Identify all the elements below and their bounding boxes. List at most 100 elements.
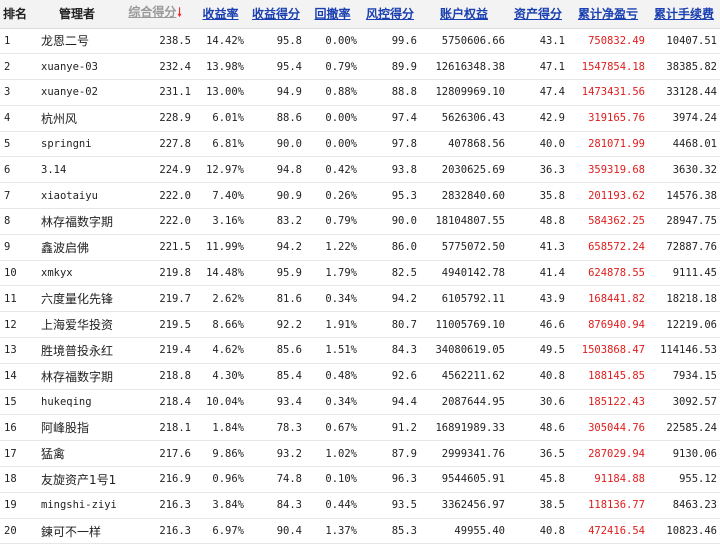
arrow-down-icon: 🠓 bbox=[177, 5, 182, 20]
header-net-pnl[interactable]: 累计净盈亏 bbox=[568, 0, 648, 29]
cell-return-score: 90.9 bbox=[247, 182, 305, 210]
cell-fees: 10823.46 bbox=[648, 518, 720, 544]
cell-equity: 4940142.78 bbox=[420, 260, 508, 287]
table-row[interactable]: 4 杭州风 228.9 6.01% 88.6 0.00% 97.4 5626306.43 42.… bbox=[0, 105, 720, 132]
cell-fees: 33128.44 bbox=[648, 79, 720, 106]
cell-manager: xuanye-03 bbox=[38, 53, 116, 81]
table-row[interactable]: 2 xuanye-03 232.4 13.98% 95.4 0.79% 89.9 126163… bbox=[0, 53, 720, 81]
table-row[interactable]: 11 六度量化先锋 219.7 2.62% 81.6 0.34% 94.2 6105792.1… bbox=[0, 285, 720, 313]
cell-composite-score: 219.5 bbox=[116, 311, 194, 339]
cell-net-pnl: 201193.62 bbox=[568, 182, 648, 210]
cell-equity: 4562211.62 bbox=[420, 363, 508, 390]
table-row[interactable]: 16 阿峰股指 218.1 1.84% 78.3 0.67% 91.2 16891989.33… bbox=[0, 414, 720, 442]
cell-asset-score: 42.9 bbox=[508, 105, 568, 132]
table-row[interactable]: 17 猛禽 217.6 9.86% 93.2 1.02% 87.9 2999341.76 36.… bbox=[0, 440, 720, 468]
header-return-rate[interactable]: 收益率 bbox=[194, 0, 247, 29]
cell-net-pnl: 185122.43 bbox=[568, 389, 648, 416]
cell-equity: 12809969.10 bbox=[420, 79, 508, 106]
table-row[interactable]: 8 林存福数字期 222.0 3.16% 83.2 0.79% 90.0 18104807.5… bbox=[0, 208, 720, 235]
cell-risk-score: 96.3 bbox=[360, 466, 420, 493]
table-row[interactable]: 15 hukeqing 218.4 10.04% 93.4 0.34% 94.4 208764… bbox=[0, 389, 720, 416]
cell-return-rate: 11.99% bbox=[194, 234, 247, 261]
header-row: 排名 管理者 综合得分🠓 收益率 收益得分 回撤率 风控得分 账户权益 资产得分… bbox=[0, 0, 720, 29]
cell-asset-score: 30.6 bbox=[508, 389, 568, 416]
cell-composite-score: 216.3 bbox=[116, 492, 194, 519]
header-composite-score[interactable]: 综合得分🠓 bbox=[116, 0, 194, 29]
table-row[interactable]: 13 胜境普投永红 219.4 4.62% 85.6 1.51% 84.3 34080619.… bbox=[0, 337, 720, 364]
cell-fees: 3974.24 bbox=[648, 105, 720, 132]
cell-fees: 72887.76 bbox=[648, 234, 720, 261]
table-row[interactable]: 7 xiaotaiyu 222.0 7.40% 90.9 0.26% 95.3 2832840… bbox=[0, 182, 720, 210]
cell-composite-score: 222.0 bbox=[116, 182, 194, 210]
header-return-score[interactable]: 收益得分 bbox=[247, 0, 305, 29]
cell-composite-score: 232.4 bbox=[116, 53, 194, 81]
cell-fees: 3092.57 bbox=[648, 389, 720, 416]
cell-return-rate: 7.40% bbox=[194, 182, 247, 210]
table-row[interactable]: 1 龙恩二号 238.5 14.42% 95.8 0.00% 99.6 5750606.66 4… bbox=[0, 28, 720, 55]
cell-equity: 16891989.33 bbox=[420, 414, 508, 442]
table-row[interactable]: 20 鍊可不一样 216.3 6.97% 90.4 1.37% 85.3 49955.40 40… bbox=[0, 518, 720, 544]
table-row[interactable]: 10 xmkyx 219.8 14.48% 95.9 1.79% 82.5 4940142.7… bbox=[0, 260, 720, 287]
cell-equity: 2087644.95 bbox=[420, 389, 508, 416]
cell-manager: 阿峰股指 bbox=[38, 414, 116, 442]
cell-risk-score: 93.8 bbox=[360, 156, 420, 184]
cell-rank: 17 bbox=[0, 440, 38, 468]
cell-return-rate: 0.96% bbox=[194, 466, 247, 493]
table-row[interactable]: 14 林存福数字期 218.8 4.30% 85.4 0.48% 92.6 4562211.6… bbox=[0, 363, 720, 390]
cell-net-pnl: 118136.77 bbox=[568, 492, 648, 519]
cell-return-rate: 6.81% bbox=[194, 131, 247, 158]
cell-composite-score: 231.1 bbox=[116, 79, 194, 106]
header-fees[interactable]: 累计手续费 bbox=[648, 0, 720, 29]
cell-fees: 10407.51 bbox=[648, 28, 720, 55]
cell-manager: xuanye-02 bbox=[38, 79, 116, 106]
cell-composite-score: 216.3 bbox=[116, 518, 194, 544]
table-row[interactable]: 12 上海爱华投资 219.5 8.66% 92.2 1.91% 80.7 11005769.… bbox=[0, 311, 720, 339]
cell-composite-score: 219.7 bbox=[116, 285, 194, 313]
cell-drawdown: 1.02% bbox=[305, 440, 360, 468]
cell-net-pnl: 319165.76 bbox=[568, 105, 648, 132]
table-row[interactable]: 6 3.14 224.9 12.97% 94.8 0.42% 93.8 2030625.69 3… bbox=[0, 156, 720, 184]
cell-asset-score: 36.5 bbox=[508, 440, 568, 468]
cell-return-score: 95.4 bbox=[247, 53, 305, 81]
cell-fees: 114146.53 bbox=[648, 337, 720, 364]
header-manager: 管理者 bbox=[38, 0, 116, 29]
cell-return-rate: 9.86% bbox=[194, 440, 247, 468]
table-row[interactable]: 9 鑫波启佛 221.5 11.99% 94.2 1.22% 86.0 5775072.50 4… bbox=[0, 234, 720, 261]
cell-rank: 13 bbox=[0, 337, 38, 364]
cell-rank: 10 bbox=[0, 260, 38, 287]
cell-net-pnl: 876940.94 bbox=[568, 311, 648, 339]
cell-equity: 5750606.66 bbox=[420, 28, 508, 55]
cell-return-score: 90.0 bbox=[247, 131, 305, 158]
cell-risk-score: 92.6 bbox=[360, 363, 420, 390]
cell-risk-score: 94.4 bbox=[360, 389, 420, 416]
cell-asset-score: 46.6 bbox=[508, 311, 568, 339]
cell-return-score: 85.4 bbox=[247, 363, 305, 390]
cell-risk-score: 89.9 bbox=[360, 53, 420, 81]
cell-return-rate: 6.97% bbox=[194, 518, 247, 544]
header-equity[interactable]: 账户权益 bbox=[420, 0, 508, 29]
cell-risk-score: 97.8 bbox=[360, 131, 420, 158]
cell-manager: 鍊可不一样 bbox=[38, 518, 116, 544]
header-risk-score[interactable]: 风控得分 bbox=[360, 0, 420, 29]
table-row[interactable]: 5 springni 227.8 6.81% 90.0 0.00% 97.8 407868.5… bbox=[0, 131, 720, 158]
cell-drawdown: 1.37% bbox=[305, 518, 360, 544]
cell-risk-score: 99.6 bbox=[360, 28, 420, 55]
header-asset-score[interactable]: 资产得分 bbox=[508, 0, 568, 29]
table-row[interactable]: 18 友旋资产1号1 216.9 0.96% 74.8 0.10% 96.3 9544605.… bbox=[0, 466, 720, 493]
cell-net-pnl: 658572.24 bbox=[568, 234, 648, 261]
cell-drawdown: 0.67% bbox=[305, 414, 360, 442]
header-drawdown[interactable]: 回撤率 bbox=[305, 0, 360, 29]
cell-drawdown: 0.00% bbox=[305, 105, 360, 132]
cell-net-pnl: 1503868.47 bbox=[568, 337, 648, 364]
cell-fees: 28947.75 bbox=[648, 208, 720, 235]
cell-return-rate: 3.16% bbox=[194, 208, 247, 235]
cell-rank: 16 bbox=[0, 414, 38, 442]
cell-fees: 8463.23 bbox=[648, 492, 720, 519]
cell-return-rate: 13.98% bbox=[194, 53, 247, 81]
cell-return-score: 81.6 bbox=[247, 285, 305, 313]
cell-return-score: 95.8 bbox=[247, 28, 305, 55]
table-row[interactable]: 19 mingshi-ziyi 216.3 3.84% 84.3 0.44% 93.5 336… bbox=[0, 492, 720, 519]
cell-return-rate: 6.01% bbox=[194, 105, 247, 132]
table-row[interactable]: 3 xuanye-02 231.1 13.00% 94.9 0.88% 88.8 128099… bbox=[0, 79, 720, 106]
cell-fees: 4468.01 bbox=[648, 131, 720, 158]
